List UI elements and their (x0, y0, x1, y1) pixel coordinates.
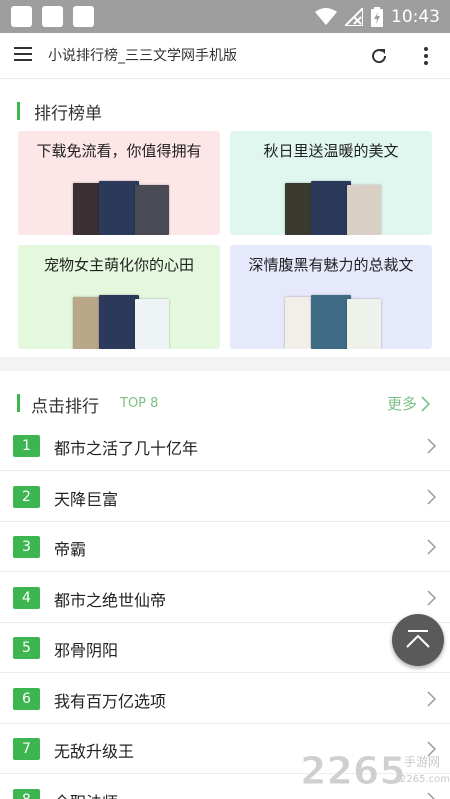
rank-badge: 1 (13, 435, 40, 457)
section-title: 排行榜单 (34, 104, 102, 124)
page-title: 小说排行榜_三三文学网手机版 (48, 48, 237, 64)
chevron-right-icon (427, 438, 436, 454)
ranking-card[interactable]: 深情腹黑有魅力的总裁文 (230, 245, 432, 349)
rank-badge: 2 (13, 485, 40, 508)
section-title: 点击排行 (31, 397, 99, 417)
ranking-list-header: 排行榜单 (0, 93, 450, 133)
rank-title: 我有百万亿选项 (54, 691, 167, 711)
rank-row[interactable]: 2 天降巨富 (0, 472, 450, 522)
rank-badge: 3 (13, 536, 40, 558)
book-covers (73, 181, 183, 235)
chevron-right-icon (421, 395, 430, 412)
back-to-top-icon (406, 630, 430, 648)
battery-charging-icon (371, 6, 383, 27)
rank-badge: 6 (13, 687, 40, 710)
chevron-right-icon (427, 690, 436, 707)
book-covers (285, 181, 395, 235)
chevron-right-icon (427, 488, 436, 505)
section-marker (17, 394, 20, 412)
rank-title: 邪骨阴阳 (54, 641, 119, 660)
svg-text:2265: 2265 (300, 749, 406, 793)
app-bar: 小说排行榜_三三文学网手机版 (0, 33, 450, 79)
chevron-right-icon (427, 589, 436, 606)
chevron-right-icon (427, 539, 436, 555)
hamburger-menu-icon[interactable] (14, 47, 32, 63)
rank-title: 都市之活了几十亿年 (54, 439, 199, 458)
more-label: 更多 (386, 395, 417, 413)
svg-text:2265.com: 2265.com (400, 774, 450, 785)
rank-row[interactable]: 6 我有百万亿选项 (0, 674, 450, 724)
ranking-card[interactable]: 秋日里送温暖的美文 (230, 131, 432, 235)
rank-badge: 4 (13, 586, 40, 609)
wifi-icon (315, 7, 337, 25)
rank-row[interactable]: 5 邪骨阴阳 (0, 623, 450, 673)
back-to-top-button[interactable] (392, 614, 444, 666)
clock: 10:43 (391, 6, 440, 27)
refresh-icon[interactable] (367, 44, 391, 68)
rank-row[interactable]: 3 帝霸 (0, 522, 450, 572)
notification-icon (11, 6, 32, 27)
top-count-label: TOP 8 (120, 396, 159, 411)
more-vert-icon[interactable] (415, 45, 437, 67)
site-watermark-logo: 2265 手游网 2265.com (300, 749, 450, 794)
rank-badge: 5 (13, 637, 40, 659)
ranking-card[interactable]: 下载免流看，你值得拥有 (18, 131, 220, 235)
section-marker (17, 102, 20, 120)
card-title: 秋日里送温暖的美文 (263, 142, 399, 160)
rank-title: 天降巨富 (54, 489, 119, 509)
more-link[interactable]: 更多 (387, 393, 430, 414)
status-bar: 10:43 (0, 0, 450, 33)
rank-title: 无敌升级王 (54, 742, 135, 761)
rank-badge: 7 (13, 738, 40, 760)
rank-title: 帝霸 (54, 540, 87, 559)
card-title: 宠物女主萌化你的心田 (43, 256, 194, 274)
rank-row[interactable]: 4 都市之绝世仙帝 (0, 573, 450, 623)
rank-title: 全职法师 (54, 789, 118, 799)
rank-title: 都市之绝世仙帝 (54, 590, 167, 610)
section-divider (0, 357, 450, 371)
notification-icon (73, 6, 94, 27)
card-title: 下载免流看，你值得拥有 (36, 142, 202, 160)
no-signal-icon (345, 7, 363, 26)
book-covers (73, 295, 183, 349)
rank-row[interactable]: 1 都市之活了几十亿年 (0, 421, 450, 471)
card-title: 深情腹黑有魅力的总裁文 (248, 256, 414, 274)
notification-icon (42, 6, 63, 27)
rank-badge: 8 (13, 788, 40, 799)
click-ranking-header: 点击排行 TOP 8 更多 (0, 384, 450, 424)
svg-text:手游网: 手游网 (404, 755, 440, 769)
book-covers (285, 295, 395, 349)
ranking-card[interactable]: 宠物女主萌化你的心田 (18, 245, 220, 349)
